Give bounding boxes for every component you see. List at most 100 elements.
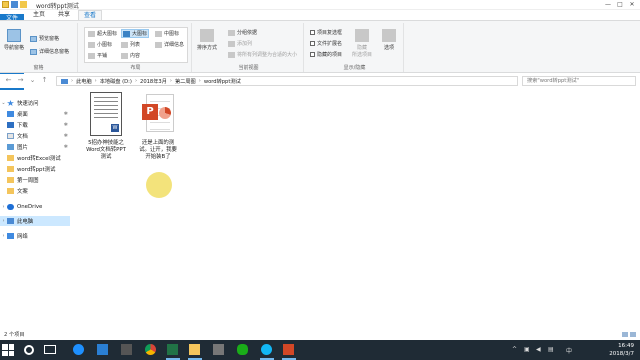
layout-list[interactable]: 列表 (121, 41, 140, 48)
taskbar-edge-icon[interactable] (96, 343, 110, 357)
nav-item-desktop[interactable]: 桌面 ✱ (0, 109, 70, 119)
taskbar-media-icon[interactable] (120, 343, 134, 357)
layout-extra-large-icons[interactable]: 超大图标 (88, 30, 117, 37)
task-view-icon[interactable] (44, 345, 56, 354)
item-checkboxes-checkbox[interactable] (310, 30, 315, 35)
size-all-columns-label: 将所有列调整为合适的大小 (237, 52, 298, 58)
options-button[interactable]: 选项 (382, 29, 396, 51)
layout-content[interactable]: 内容 (121, 52, 140, 59)
layout-large-icons[interactable]: 大图标 (121, 29, 150, 38)
breadcrumb-item[interactable]: 此电脑 (76, 78, 92, 85)
folder-icon (7, 166, 14, 172)
tab-view[interactable]: 查看 (78, 10, 103, 20)
start-button[interactable] (2, 344, 14, 356)
search-input[interactable]: 搜索"word转ppt测试" (522, 76, 636, 86)
forward-button[interactable]: → (16, 76, 25, 85)
group-by-button[interactable]: 分组依据 (228, 29, 257, 36)
taskbar-wechat-icon[interactable] (236, 343, 250, 357)
breadcrumb-item[interactable]: word转ppt测试 (204, 78, 241, 85)
nav-item-downloads[interactable]: 下载 ✱ (0, 120, 70, 130)
nav-item-word-to-ppt[interactable]: word转ppt测试 (0, 164, 70, 174)
breadcrumb-separator[interactable]: › (170, 78, 172, 84)
large-icons-view-icon[interactable] (630, 332, 636, 337)
file-extensions-checkbox[interactable] (310, 41, 315, 46)
close-button[interactable]: ✕ (626, 0, 638, 10)
expand-chevron-icon[interactable]: ⌄ (0, 100, 7, 106)
nav-item-week-one[interactable]: 第一周图 (0, 175, 70, 185)
breadcrumb-item[interactable]: 2018年3月 (140, 78, 167, 85)
breadcrumb-separator[interactable]: › (135, 78, 137, 84)
action-center-icon[interactable]: ▤ (548, 346, 554, 353)
desktop-icon (7, 111, 14, 117)
minimize-button[interactable]: — (602, 0, 614, 10)
taskbar-chrome-icon[interactable] (144, 343, 158, 357)
hidden-items-toggle[interactable]: 隐藏的项目 (310, 51, 342, 58)
folder-icon (7, 177, 14, 183)
tab-home[interactable]: 主页 (28, 10, 50, 20)
layout-details[interactable]: 详细信息 (155, 41, 184, 48)
breadcrumb-separator[interactable]: › (95, 78, 97, 84)
nav-onedrive[interactable]: › OneDrive (0, 202, 70, 212)
network-icon (7, 233, 14, 239)
volume-icon[interactable]: ◀ (536, 346, 541, 353)
breadcrumb[interactable]: › 此电脑 › 本地磁盘 (D:) › 2018年3月 › 第二周图 › wor… (56, 76, 518, 86)
pin-icon: ✱ (63, 133, 68, 139)
nav-item-label: 文案 (17, 189, 28, 195)
folder-icon (7, 188, 14, 194)
breadcrumb-item[interactable]: 本地磁盘 (D:) (100, 78, 132, 85)
tab-share[interactable]: 共享 (53, 10, 75, 20)
clock[interactable]: 16:49 2018/3/7 (609, 342, 634, 358)
nav-item-copywriting[interactable]: 文案 (0, 186, 70, 196)
network-tray-icon[interactable]: ▣ (524, 346, 530, 353)
input-language-indicator[interactable]: 中 (566, 346, 572, 355)
nav-item-pictures[interactable]: 图片 ✱ (0, 142, 70, 152)
breadcrumb-separator[interactable]: › (199, 78, 201, 84)
nav-this-pc[interactable]: › 此电脑 (0, 216, 70, 226)
list-label: 列表 (130, 42, 141, 48)
recent-locations-button[interactable]: ⌄ (28, 76, 37, 85)
nav-network[interactable]: › 网络 (0, 231, 70, 241)
maximize-button[interactable]: □ (614, 0, 626, 10)
back-button[interactable]: ← (4, 76, 13, 85)
file-extensions-toggle[interactable]: 文件扩展名 (310, 40, 342, 47)
cloud-icon (7, 204, 14, 210)
taskbar-qq-icon[interactable] (260, 343, 274, 360)
small-icons-label: 小图标 (97, 42, 113, 48)
breadcrumb-item[interactable]: 第二周图 (175, 78, 196, 85)
preview-pane-button[interactable]: 预览窗格 (30, 35, 59, 42)
nav-item-word-to-excel[interactable]: word转Excel测试 (0, 153, 70, 163)
nav-item-label: 文档 (17, 134, 28, 140)
new-folder-icon[interactable] (20, 1, 27, 8)
hidden-items-checkbox[interactable] (310, 52, 315, 57)
layout-medium-icons[interactable]: 中图标 (155, 30, 179, 37)
navigation-pane-button[interactable]: 导航窗格 (4, 29, 24, 51)
taskbar-ie-icon[interactable] (72, 343, 86, 357)
properties-icon[interactable] (11, 1, 18, 8)
details-pane-button[interactable]: 详细信息窗格 (30, 48, 69, 55)
breadcrumb-separator[interactable]: › (71, 78, 73, 84)
layout-small-icons[interactable]: 小图标 (88, 41, 112, 48)
sort-by-button[interactable]: 排序方式 (197, 29, 217, 51)
taskbar-app-icon[interactable] (212, 343, 226, 357)
item-checkboxes-toggle[interactable]: 项目复选框 (310, 29, 342, 36)
tray-overflow-icon[interactable]: ^ (512, 346, 517, 353)
pictures-icon (7, 144, 14, 150)
hide-selected-icon (355, 29, 369, 42)
details-view-icon[interactable] (622, 332, 628, 337)
taskbar-explorer-icon[interactable] (188, 343, 202, 360)
list-icon (121, 41, 128, 48)
taskbar-powerpoint-icon[interactable] (282, 343, 296, 360)
taskbar-excel-icon[interactable] (166, 343, 180, 360)
size-all-columns-button[interactable]: 将所有列调整为合适的大小 (228, 51, 297, 58)
file-name: 5招办神技能之 Word文档转PPT 测试 (86, 140, 126, 160)
expand-chevron-icon[interactable]: › (0, 233, 7, 239)
expand-chevron-icon[interactable]: › (0, 204, 7, 210)
expand-chevron-icon[interactable]: › (0, 218, 7, 224)
nav-item-documents[interactable]: 文档 ✱ (0, 131, 70, 141)
hide-selected-button[interactable]: 隐藏 所选项目 (352, 29, 372, 58)
cortana-icon[interactable] (24, 345, 34, 355)
nav-quick-access[interactable]: ⌄ 快速访问 (0, 98, 70, 108)
add-columns-button[interactable]: 添加列 (228, 40, 252, 47)
up-button[interactable]: ↑ (40, 76, 49, 85)
layout-tiles[interactable]: 平铺 (88, 52, 107, 59)
